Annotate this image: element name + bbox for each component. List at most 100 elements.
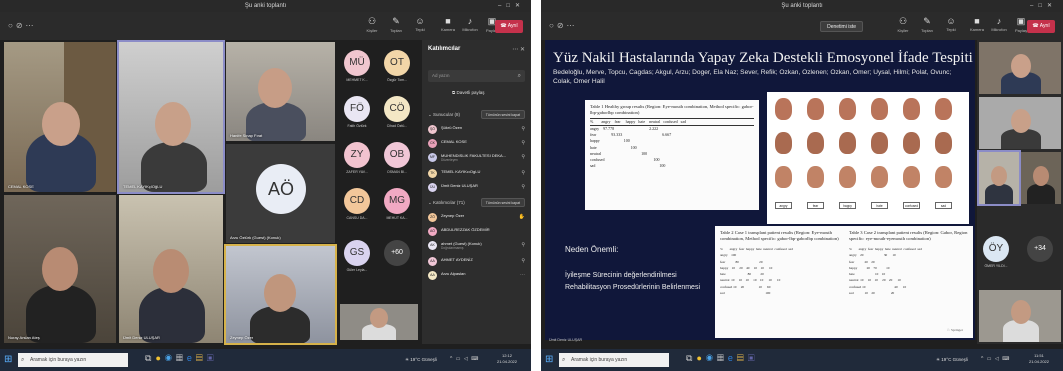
- windows-start-icon[interactable]: ⊞: [4, 354, 12, 365]
- table-caption: Table 1 Healthy group results (Region: E…: [590, 104, 754, 115]
- participant-row[interactable]: ÜU Ümit Deniz ULUŞAR ⚲: [428, 182, 525, 194]
- participant-avatar[interactable]: GS: [344, 240, 370, 266]
- windows-start-icon[interactable]: ⊞: [545, 354, 553, 365]
- taskbar-clock[interactable]: 12:12 21.04.2022: [497, 353, 517, 365]
- video-tile[interactable]: Hanife Sinap Fırat: [226, 42, 335, 141]
- system-tray-icons[interactable]: ^ ▭ ◁ ⌨: [981, 356, 1010, 362]
- taskbar-search-input[interactable]: ⌕ Aramak için buraya yazın: [559, 353, 669, 367]
- participant-row[interactable]: AÖ ABDULREZZAK ÖZDEMİR: [428, 226, 525, 238]
- participant-avatar[interactable]: OT: [384, 50, 410, 76]
- participant-avatar[interactable]: ZY: [344, 142, 370, 168]
- video-tile[interactable]: [979, 42, 1061, 94]
- react-button[interactable]: ☺ Tepki: [939, 16, 963, 32]
- mic-button[interactable]: ♪ Mikrofon: [458, 16, 482, 32]
- presenters-section-header[interactable]: ⌄ Sunucular (8): [428, 112, 460, 118]
- slide-bullet: İyileşme Sürecinin değerlendirilmesi: [565, 272, 677, 279]
- video-tile[interactable]: [979, 97, 1061, 149]
- participant-row[interactable]: TK TEMEL KAYIKcıOgLU ⚲: [428, 168, 525, 180]
- weather-widget[interactable]: ☀ 19°C Güneşli: [936, 357, 968, 363]
- attendees-section-header[interactable]: ⌄ Katılımcılar (71): [428, 200, 465, 206]
- meeting-info-icons[interactable]: ○⊘⋯: [8, 21, 37, 30]
- avatar-name: CANSU DA...: [346, 216, 368, 220]
- person-body: [1027, 184, 1055, 204]
- table-header: % angry fear happy hate neutral confused…: [590, 118, 754, 127]
- participant-name: CEMAL KOSE: [8, 184, 34, 189]
- person-head: [370, 308, 388, 328]
- participant-avatar[interactable]: MG: [384, 188, 410, 214]
- self-view-tile[interactable]: [979, 290, 1061, 342]
- window-controls[interactable]: –□✕: [1030, 0, 1057, 12]
- video-tile[interactable]: Nuray Arslan Ateş: [4, 195, 116, 343]
- taskbar-search-input[interactable]: ⌕ Aramak için buraya yazın: [18, 353, 128, 367]
- leave-button[interactable]: ☎ Ayrıl: [495, 20, 523, 33]
- participant-name: Arzu Alpaslan: [441, 271, 466, 276]
- participants-button[interactable]: ⚇ Kişiler: [891, 16, 915, 33]
- chat-button[interactable]: ✎ Toplan: [915, 16, 939, 33]
- video-tile[interactable]: [1021, 152, 1061, 204]
- person-head: [1011, 300, 1031, 324]
- participants-button[interactable]: ⚇ Kişiler: [360, 16, 384, 33]
- camera-button[interactable]: ■ Kamera: [436, 16, 460, 32]
- taskbar-clock[interactable]: 11:51 21.04.2022: [1029, 353, 1049, 365]
- panel-title: Katılımcılar: [428, 46, 461, 52]
- phone-icon: ☎: [1032, 23, 1040, 29]
- participant-name: AHMET AYDENİZ: [441, 257, 473, 262]
- participant-row[interactable]: AA Arzu Alpaslan ⋯: [428, 270, 525, 282]
- weather-widget[interactable]: ☀ 19°C Güneşli: [405, 357, 437, 363]
- participant-row[interactable]: AK ahmet (Guest) (Konuk) Doğrulanmamış ⚲: [428, 240, 525, 252]
- participant-row[interactable]: ŞÖ Şükrü Özen ⚲: [428, 124, 525, 136]
- participant-avatar[interactable]: OB: [384, 142, 410, 168]
- participant-role: Doğrulanmamış: [441, 246, 464, 250]
- mic-button[interactable]: ♪ Mikrofon: [987, 16, 1011, 32]
- window-controls[interactable]: –□✕: [498, 0, 525, 12]
- face-image: [839, 132, 856, 154]
- self-view-tile[interactable]: [340, 304, 418, 340]
- video-tile-avatar[interactable]: AÖ Arzu Öztürk (Guest) (Konuk): [226, 144, 335, 243]
- mute-all-button[interactable]: Tümünün sesini kapat: [480, 198, 525, 207]
- participant-row[interactable]: CK CEMAL KOSE ⚲: [428, 138, 525, 150]
- taskbar-app-icons[interactable]: ⧉●◉▦e▤▣: [686, 353, 759, 364]
- participant-avatar[interactable]: FÖ: [344, 96, 370, 122]
- face-image: [775, 166, 792, 188]
- participant-avatar: MF: [428, 153, 437, 162]
- participant-search-input[interactable]: Ad yazın ⌕: [428, 70, 525, 82]
- participant-row[interactable]: AA AHMET AYDENİZ ⚲: [428, 256, 525, 268]
- request-control-button[interactable]: Denetimi iste: [820, 21, 863, 32]
- participant-avatar[interactable]: ÖY: [983, 236, 1009, 262]
- mute-all-button[interactable]: Tümünün sesini kapat: [480, 110, 525, 119]
- more-participants-button[interactable]: +34: [1027, 236, 1053, 262]
- panel-controls[interactable]: ⋯ ✕: [512, 46, 525, 53]
- slide-bullet: Rehabilitasyon Prosedürlerinin Belirlenm…: [565, 284, 701, 291]
- share-invite-link[interactable]: ⧉ Davetli paylaş: [452, 90, 484, 95]
- window-title: Şu anki toplantı: [781, 3, 823, 9]
- table-caption: Table 2 Case 1 transplant patient result…: [720, 230, 839, 241]
- chat-button[interactable]: ✎ Toplan: [384, 16, 408, 33]
- participant-avatar[interactable]: CD: [344, 188, 370, 214]
- camera-button[interactable]: ■ Kamera: [965, 16, 989, 32]
- participant-name: TEMEL KAYIKcıOgLU: [441, 169, 481, 174]
- leave-button[interactable]: ☎ Ayrıl: [1027, 20, 1055, 33]
- more-participants-button[interactable]: +60: [384, 240, 410, 266]
- video-tile[interactable]: Ümit Deniz ULUŞAR: [119, 195, 223, 343]
- teams-meeting-window-2: Şu anki toplantı –□✕ ○⊘⋯ Denetimi iste ⚇…: [541, 0, 1063, 371]
- video-tile-active[interactable]: TEMEL KAYIKçIOğLU: [117, 40, 225, 194]
- face-image: [871, 132, 888, 154]
- video-tile[interactable]: CEMAL KOSE: [4, 42, 116, 192]
- video-tile-speaking[interactable]: Zeynep Özer: [224, 244, 337, 345]
- participant-row[interactable]: MF MUHENDISLIK FAKULTESI DEKA... Düzenle…: [428, 152, 525, 164]
- react-button[interactable]: ☺ Tepki: [408, 16, 432, 32]
- mic-icon: ⚲: [521, 170, 525, 176]
- avatar-name: ZAFER YAV...: [346, 170, 368, 174]
- results-tables-2-3: Table 2 Case 1 transplant patient result…: [715, 226, 973, 338]
- system-tray-icons[interactable]: ^ ▭ ◁ ⌨: [450, 356, 479, 362]
- video-tile-active[interactable]: [977, 150, 1021, 206]
- face-image: [903, 98, 920, 120]
- participant-avatar[interactable]: CÖ: [384, 96, 410, 122]
- participant-row[interactable]: ZÖ Zeynep Özer ✋: [428, 212, 525, 224]
- mic-icon: ⚲: [521, 184, 525, 190]
- taskbar-app-icons[interactable]: ⧉●◉▦e▤▣: [145, 353, 218, 364]
- participant-avatar[interactable]: MÜ: [344, 50, 370, 76]
- meeting-info-icons[interactable]: ○⊘⋯: [549, 21, 578, 30]
- participant-name: Ümit Deniz ULUŞAR: [441, 183, 478, 188]
- face-label: happy: [839, 202, 856, 209]
